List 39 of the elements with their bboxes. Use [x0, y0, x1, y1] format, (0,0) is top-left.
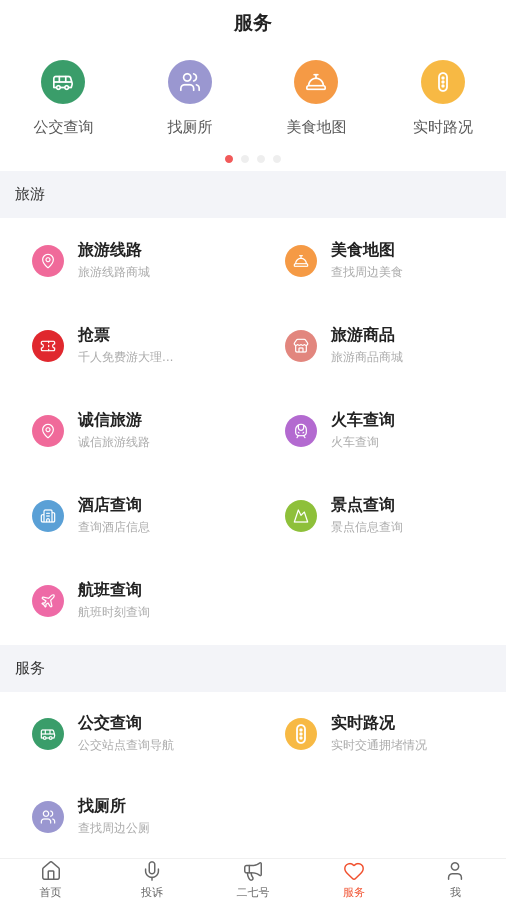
- tab-bar-item[interactable]: 服务: [304, 859, 405, 900]
- service-name[interactable]: 景点查询: [331, 495, 403, 516]
- tab-bar-item[interactable]: 二七号: [202, 859, 304, 900]
- service-name[interactable]: 找厕所: [78, 796, 150, 817]
- service-description: 诚信旅游线路: [78, 434, 150, 451]
- home-icon: [40, 860, 62, 882]
- service-name[interactable]: 旅游商品: [331, 325, 403, 346]
- service-description: 景点信息查询: [331, 519, 403, 536]
- tab-bar-item[interactable]: 投诉: [101, 859, 202, 900]
- service-description: 查找周边美食: [331, 264, 403, 281]
- service-name[interactable]: 实时路况: [331, 713, 427, 734]
- carousel-dot[interactable]: [225, 155, 233, 163]
- service-name[interactable]: 航班查询: [78, 580, 150, 601]
- quick-link[interactable]: 美食地图: [253, 60, 380, 137]
- service-name[interactable]: 诚信旅游: [78, 410, 150, 431]
- service-name[interactable]: 旅游线路: [78, 240, 150, 261]
- tab-bar-item[interactable]: 首页: [0, 859, 102, 900]
- service-name[interactable]: 酒店查询: [78, 495, 150, 516]
- service-name[interactable]: 火车查询: [331, 410, 395, 431]
- service-description: 实时交通拥堵情况: [331, 737, 427, 754]
- quick-link[interactable]: 找厕所: [126, 60, 253, 137]
- service-description: 查询酒店信息: [78, 519, 150, 536]
- tab-bar-item[interactable]: 我: [404, 859, 506, 900]
- service-name[interactable]: 公交查询: [78, 713, 174, 734]
- service-description: 航班时刻查询: [78, 604, 150, 621]
- section-header: 旅游: [0, 171, 506, 218]
- service-description: 查找周边公厕: [78, 820, 150, 837]
- megaphone-icon: [242, 860, 264, 882]
- service-name[interactable]: 美食地图: [331, 240, 403, 261]
- service-description: 旅游线路商城: [78, 264, 150, 281]
- section-header: 服务: [0, 645, 506, 692]
- service-description: 公交站点查询导航: [78, 737, 174, 754]
- quick-link[interactable]: 实时路况: [380, 60, 506, 137]
- service-description: 火车查询: [331, 434, 380, 451]
- page-title: 服务: [232, 11, 273, 36]
- quick-link[interactable]: 公交查询: [0, 60, 126, 137]
- service-description: 千人免费游大理...: [78, 349, 174, 366]
- service-description: 旅游商品商城: [331, 349, 403, 366]
- service-name[interactable]: 抢票: [78, 325, 174, 346]
